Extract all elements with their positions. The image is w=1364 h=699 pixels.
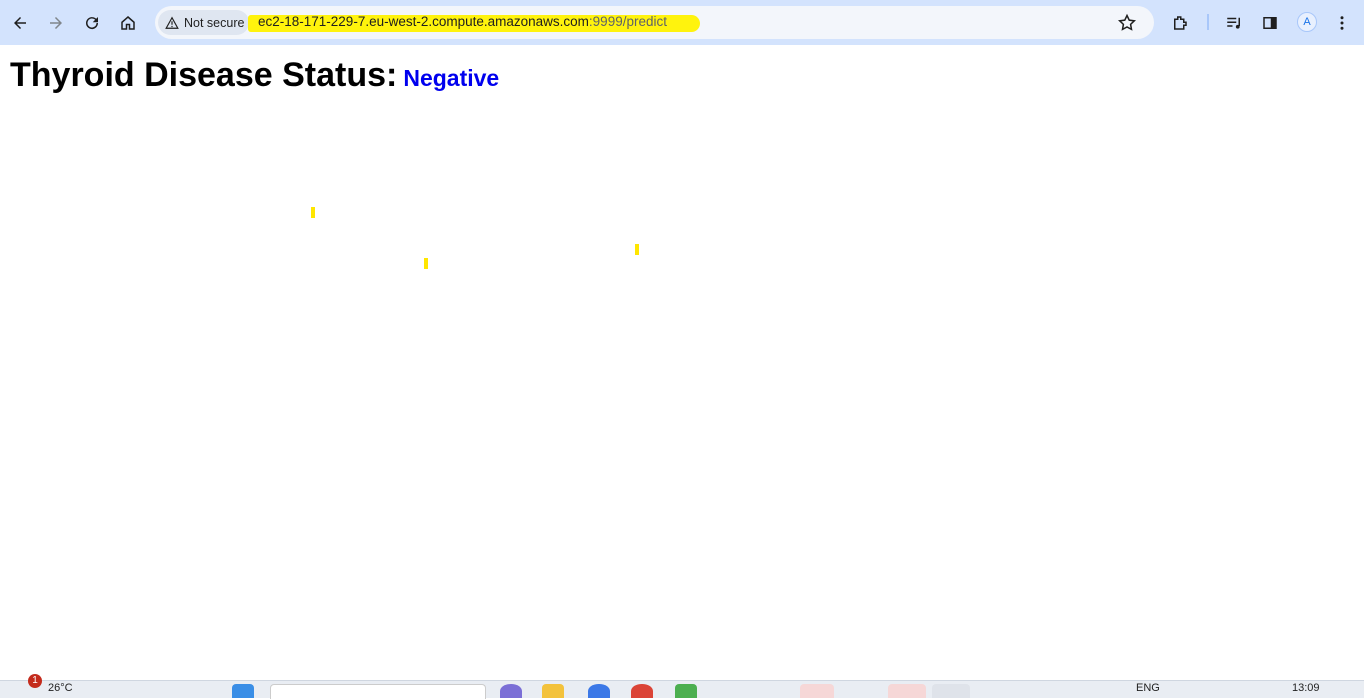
browser-app-icon[interactable] <box>588 684 610 698</box>
media-icon[interactable] <box>1220 9 1248 37</box>
forward-icon[interactable] <box>42 9 70 37</box>
url-port-path: :9999/predict <box>588 14 667 29</box>
address-bar[interactable]: Not secure ec2-18-171-229-7.eu-west-2.co… <box>155 6 1154 39</box>
profile-icon[interactable]: A <box>1297 12 1317 32</box>
toolbar-separator <box>1207 14 1209 30</box>
extensions-icon[interactable] <box>1166 9 1194 37</box>
url-host: ec2-18-171-229-7.eu-west-2.compute.amazo… <box>258 14 589 29</box>
back-icon[interactable] <box>6 9 34 37</box>
app-icon[interactable] <box>500 684 522 698</box>
windows-taskbar: 1 26°C ENG 13:09 <box>0 674 1364 699</box>
notification-badge: 1 <box>28 674 42 688</box>
clock-time[interactable]: 13:09 <box>1292 682 1320 694</box>
app-icon[interactable] <box>675 684 697 698</box>
home-icon[interactable] <box>114 9 142 37</box>
url-text[interactable]: ec2-18-171-229-7.eu-west-2.compute.amazo… <box>258 14 667 29</box>
file-explorer-icon[interactable] <box>542 684 564 698</box>
start-icon[interactable] <box>232 684 254 698</box>
warning-icon <box>165 16 179 29</box>
app-icon[interactable] <box>888 684 926 698</box>
title-text: Thyroid Disease Status: <box>10 56 398 94</box>
status-value: Negative <box>403 65 500 91</box>
page-title: Thyroid Disease Status: Negative <box>10 56 499 95</box>
highlight-mark <box>635 244 639 255</box>
chrome-icon[interactable] <box>631 684 653 698</box>
highlight-mark <box>311 207 315 218</box>
star-icon[interactable] <box>1117 13 1137 33</box>
language-indicator[interactable]: ENG <box>1136 682 1160 694</box>
side-panel-icon[interactable] <box>1256 9 1284 37</box>
browser-toolbar: Not secure ec2-18-171-229-7.eu-west-2.co… <box>0 0 1364 45</box>
app-icon[interactable] <box>932 684 970 698</box>
app-icon[interactable] <box>800 684 834 698</box>
reload-icon[interactable] <box>78 9 106 37</box>
menu-icon[interactable] <box>1328 9 1356 37</box>
weather-temp[interactable]: 26°C <box>48 682 73 694</box>
security-chip[interactable]: Not secure <box>158 10 249 35</box>
highlight-mark <box>424 258 428 269</box>
security-label: Not secure <box>184 15 245 30</box>
